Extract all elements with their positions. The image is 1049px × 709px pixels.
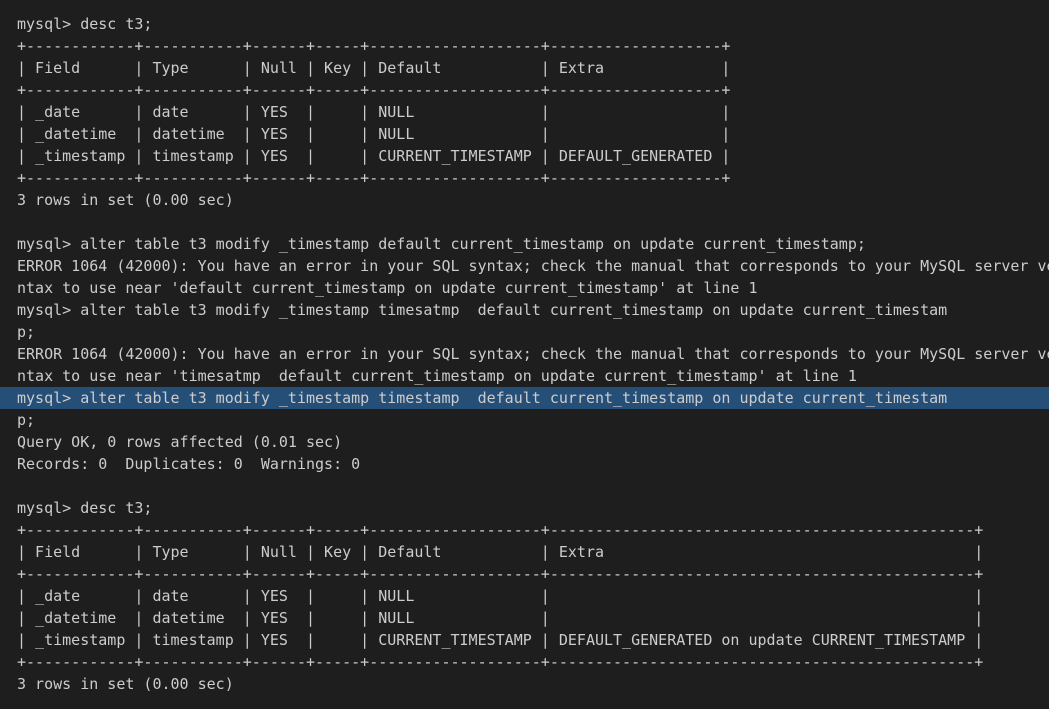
table-row: | _datetime | datetime | YES | | NULL | …: [17, 609, 984, 627]
table-border: +------------+-----------+------+-----+-…: [17, 81, 731, 99]
error-message: ERROR 1064 (42000): You have an error in…: [17, 345, 1049, 363]
table-border: +------------+-----------+------+-----+-…: [17, 169, 731, 187]
table-row: | _datetime | datetime | YES | | NULL | …: [17, 125, 731, 143]
sql-command: mysql> alter table t3 modify _timestamp …: [17, 301, 948, 319]
sql-command: p;: [17, 323, 36, 341]
table-border: +------------+-----------+------+-----+-…: [17, 521, 984, 539]
error-message: ntax to use near 'default current_timest…: [17, 279, 758, 297]
result-summary: 3 rows in set (0.00 sec): [17, 191, 234, 209]
table-row: | _timestamp | timestamp | YES | | CURRE…: [17, 631, 984, 649]
sql-command: mysql> alter table t3 modify _timestamp …: [17, 235, 866, 253]
terminal-line: mysql> desc t3;: [17, 499, 153, 517]
terminal-output[interactable]: mysql> desc t3; +------------+----------…: [0, 0, 1049, 709]
table-row: | _date | date | YES | | NULL | |: [17, 587, 984, 605]
terminal-line: mysql> desc t3;: [17, 15, 153, 33]
query-ok-message: Query OK, 0 rows affected (0.01 sec): [17, 433, 343, 451]
table-row: | _timestamp | timestamp | YES | | CURRE…: [17, 147, 731, 165]
table-header-row: | Field | Type | Null | Key | Default | …: [17, 59, 731, 77]
selected-sql-command[interactable]: mysql> alter table t3 modify _timestamp …: [0, 387, 1049, 409]
sql-command: p;: [17, 411, 36, 429]
table-header-row: | Field | Type | Null | Key | Default | …: [17, 543, 984, 561]
error-message: ntax to use near 'timesatmp default curr…: [17, 367, 857, 385]
records-message: Records: 0 Duplicates: 0 Warnings: 0: [17, 455, 361, 473]
table-border: +------------+-----------+------+-----+-…: [17, 37, 731, 55]
table-row: | _date | date | YES | | NULL | |: [17, 103, 731, 121]
table-border: +------------+-----------+------+-----+-…: [17, 653, 984, 671]
error-message: ERROR 1064 (42000): You have an error in…: [17, 257, 1049, 275]
table-border: +------------+-----------+------+-----+-…: [17, 565, 984, 583]
result-summary: 3 rows in set (0.00 sec): [17, 675, 234, 693]
